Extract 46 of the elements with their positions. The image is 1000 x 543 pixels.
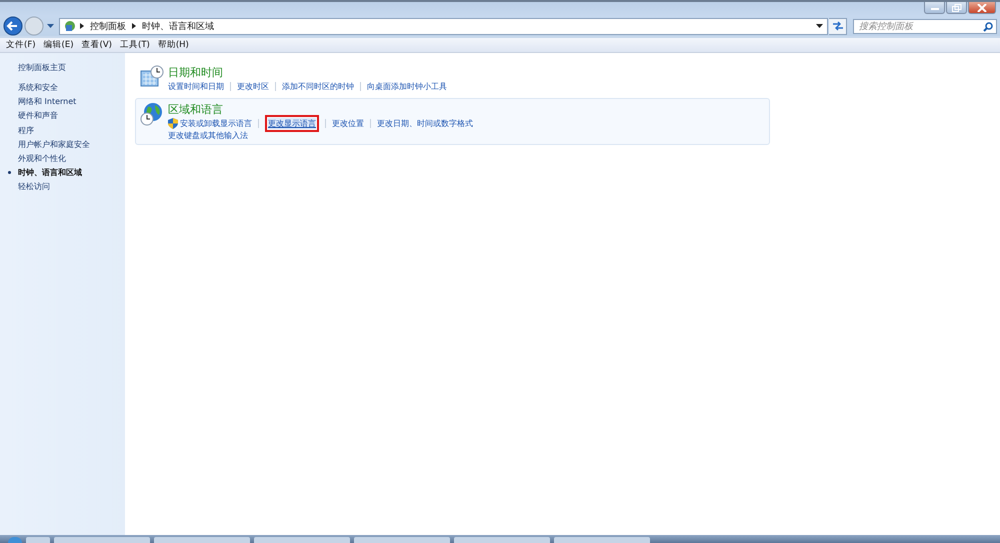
refresh-icon: [832, 21, 844, 31]
sidebar-link[interactable]: 网络和 Internet: [18, 96, 76, 108]
breadcrumb[interactable]: 时钟、语言和区域: [142, 20, 214, 32]
task-link[interactable]: 安装或卸载显示语言: [180, 118, 252, 129]
menu-item[interactable]: 工具(T): [116, 39, 154, 51]
sidebar-link[interactable]: 轻松访问: [18, 181, 50, 192]
sidebar-link[interactable]: 时钟、语言和区域: [18, 167, 82, 178]
restore-icon: [952, 4, 962, 12]
back-button[interactable]: [3, 16, 23, 36]
breadcrumb[interactable]: 控制面板: [90, 20, 126, 32]
sidebar-link[interactable]: 程序: [18, 124, 34, 136]
sidebar-link[interactable]: 系统和安全: [18, 82, 58, 93]
refresh-button[interactable]: [829, 18, 847, 34]
sidebar-link[interactable]: 用户帐户和家庭安全: [18, 138, 90, 150]
control-panel-icon: [64, 20, 76, 32]
menu-item[interactable]: 帮助(H): [154, 39, 193, 51]
task-link[interactable]: 更改键盘或其他输入法: [168, 130, 248, 141]
sidebar-link[interactable]: 控制面板主页: [18, 62, 125, 73]
task-link[interactable]: 向桌面添加时钟小工具: [367, 81, 447, 92]
task-link[interactable]: 更改日期、时间或数字格式: [377, 118, 473, 129]
chevron-icon[interactable]: [132, 23, 136, 29]
search-icon: [983, 22, 993, 32]
close-icon: [977, 4, 987, 12]
menu-item[interactable]: 文件(F): [2, 39, 40, 51]
address-bar[interactable]: 控制面板 时钟、语言和区域: [59, 18, 828, 34]
close-button[interactable]: [968, 2, 996, 14]
task-link[interactable]: 设置时间和日期: [168, 81, 224, 92]
task-link[interactable]: 更改时区: [237, 81, 269, 92]
minimize-button[interactable]: [924, 2, 945, 14]
task-link[interactable]: 添加不同时区的时钟: [282, 81, 354, 92]
menu-item[interactable]: 编辑(E): [40, 39, 78, 51]
restore-button[interactable]: [946, 2, 967, 14]
search-field[interactable]: 搜索控制面板: [853, 18, 997, 34]
bullet-icon: [8, 171, 11, 174]
category-title[interactable]: 区域和语言: [168, 102, 473, 117]
globe-clock-icon[interactable]: [140, 102, 164, 126]
category-title[interactable]: 日期和时间: [168, 65, 447, 80]
sidebar-link[interactable]: 外观和个性化: [18, 152, 66, 164]
dropdown-icon[interactable]: [816, 24, 823, 28]
chevron-icon[interactable]: [80, 23, 84, 29]
task-link[interactable]: 更改位置: [332, 118, 364, 129]
menu-item[interactable]: 查看(V): [78, 39, 116, 51]
calendar-clock-icon[interactable]: [140, 65, 164, 89]
sidebar-link[interactable]: 硬件和声音: [18, 110, 58, 122]
task-link[interactable]: 更改显示语言: [268, 118, 316, 129]
start-button[interactable]: [8, 537, 22, 543]
